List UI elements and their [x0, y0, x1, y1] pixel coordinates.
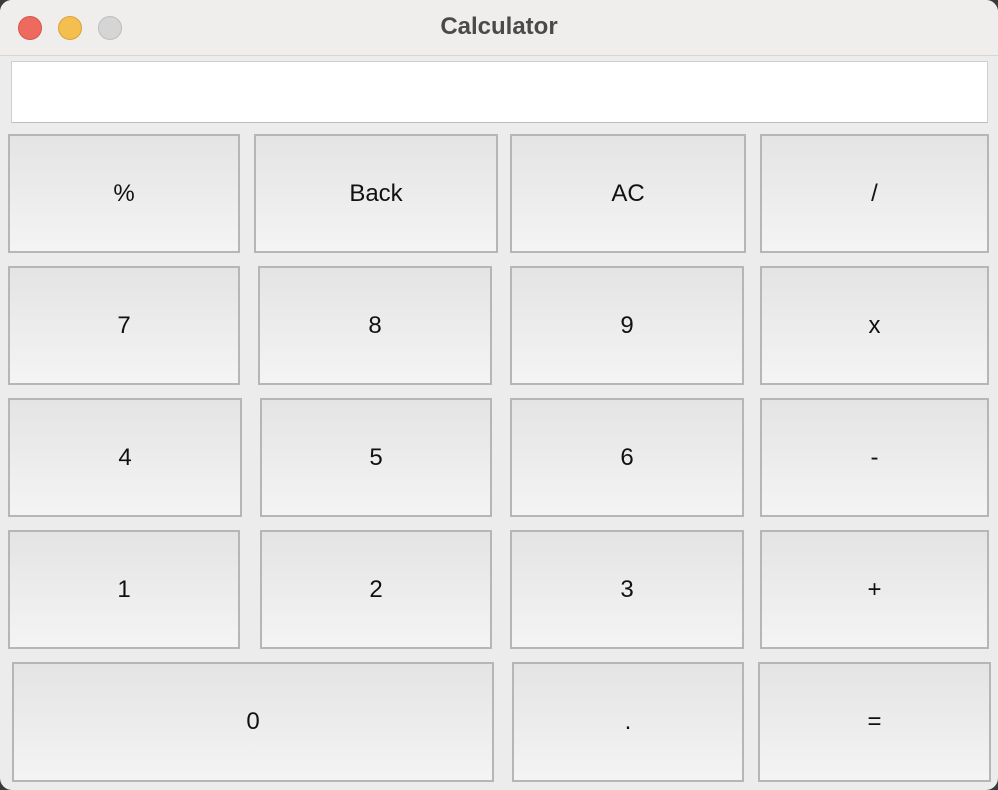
decimal-button-label: . [624, 708, 632, 735]
digit-7-label: 7 [117, 311, 131, 339]
digit-6-button[interactable]: 6 [510, 398, 744, 517]
digit-1-label: 1 [117, 575, 131, 603]
decimal-button[interactable]: . [512, 662, 744, 782]
digit-8-button[interactable]: 8 [258, 266, 492, 385]
digit-6-label: 6 [620, 443, 634, 471]
digit-2-button[interactable]: 2 [260, 530, 492, 649]
digit-1-button[interactable]: 1 [8, 530, 240, 649]
calculator-display[interactable] [11, 61, 988, 123]
digit-0-button[interactable]: 0 [12, 662, 494, 782]
digit-8-label: 8 [368, 311, 382, 339]
equals-button[interactable]: = [758, 662, 991, 782]
digit-0-label: 0 [246, 708, 260, 735]
clear-button[interactable]: AC [510, 134, 746, 253]
divide-button[interactable]: / [760, 134, 989, 253]
digit-7-button[interactable]: 7 [8, 266, 240, 385]
minus-button-label: - [870, 443, 879, 471]
plus-button-label: + [867, 575, 882, 603]
digit-9-label: 9 [620, 311, 634, 339]
back-button[interactable]: Back [254, 134, 498, 253]
digit-4-label: 4 [118, 443, 132, 471]
multiply-button[interactable]: x [760, 266, 989, 385]
digit-9-button[interactable]: 9 [510, 266, 744, 385]
back-button-label: Back [349, 179, 403, 207]
digit-3-button[interactable]: 3 [510, 530, 744, 649]
window-title: Calculator [440, 13, 558, 40]
title-bar: Calculator [0, 0, 998, 56]
multiply-button-label: x [868, 311, 881, 339]
plus-button[interactable]: + [760, 530, 989, 649]
minus-button[interactable]: - [760, 398, 989, 517]
divide-button-label: / [871, 179, 878, 207]
calculator-window: Calculator % Back AC / 7 8 9 x 4 5 6 - 1… [0, 0, 998, 790]
equals-button-label: = [867, 708, 882, 735]
percent-button[interactable]: % [8, 134, 240, 253]
clear-button-label: AC [611, 179, 645, 207]
digit-3-label: 3 [620, 575, 634, 603]
digit-2-label: 2 [369, 575, 383, 603]
digit-4-button[interactable]: 4 [8, 398, 242, 517]
percent-button-label: % [113, 179, 135, 207]
digit-5-label: 5 [369, 443, 383, 471]
digit-5-button[interactable]: 5 [260, 398, 492, 517]
